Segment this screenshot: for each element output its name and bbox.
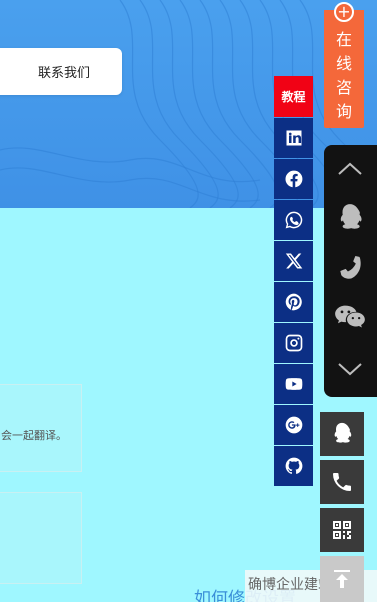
consult-char: 在 (335, 30, 352, 49)
content-card: 会一起翻译。 (0, 384, 82, 472)
contact-us-label: 联系我们 (37, 66, 90, 81)
chevron-down-icon (338, 363, 362, 376)
wechat-icon (335, 305, 365, 328)
x-button[interactable] (274, 241, 313, 281)
phone-icon (333, 473, 351, 491)
wechat-button[interactable] (324, 303, 376, 331)
online-consult-button[interactable]: + 在 线 咨 询 (324, 2, 364, 128)
whatsapp-button[interactable] (274, 200, 313, 240)
qrcode-icon (333, 521, 351, 539)
pinterest-button[interactable] (274, 282, 313, 322)
page: 联系我们 会一起翻译。 如何修改设置 确博企业建站系统 教程 (0, 0, 377, 602)
wave-background (0, 0, 377, 208)
contact-us-button[interactable]: 联系我们 (0, 48, 122, 95)
qq-icon (334, 422, 352, 443)
card-text: 会一起翻译。 (1, 429, 67, 442)
x-icon (285, 253, 302, 269)
pinterest-icon (285, 293, 302, 311)
instagram-icon (285, 334, 302, 352)
hero-banner: 联系我们 (0, 0, 377, 208)
qq-contact-button[interactable] (320, 412, 364, 456)
youtube-button[interactable] (274, 364, 313, 404)
google-plus-button[interactable] (274, 405, 313, 445)
scroll-up-button[interactable] (324, 159, 376, 179)
phone-icon (340, 255, 361, 279)
facebook-button[interactable] (274, 159, 313, 199)
back-to-top-button[interactable] (320, 556, 364, 602)
content-card (0, 492, 82, 584)
whatsapp-icon (285, 211, 302, 229)
google-plus-icon (285, 416, 302, 434)
tutorial-label: 教程 (281, 90, 306, 104)
instagram-button[interactable] (274, 323, 313, 363)
phone-contact-button[interactable] (320, 460, 364, 504)
phone-button[interactable] (324, 253, 376, 283)
consult-char: 询 (335, 102, 352, 121)
plus-icon: + (334, 2, 354, 22)
github-button[interactable] (274, 446, 313, 486)
qq-button[interactable] (324, 203, 376, 233)
customer-service-panel (324, 145, 377, 397)
linkedin-button[interactable] (274, 118, 313, 158)
social-bar: 教程 (274, 76, 314, 486)
consult-char: 咨 (335, 78, 352, 97)
facebook-icon (284, 170, 302, 188)
consult-char: 线 (335, 54, 352, 73)
github-icon (285, 457, 302, 474)
qq-icon (340, 204, 362, 229)
back-to-top-icon (334, 570, 350, 588)
tutorial-button[interactable]: 教程 (274, 76, 313, 117)
qrcode-button[interactable] (320, 508, 364, 552)
scroll-down-button[interactable] (324, 359, 376, 379)
youtube-icon (285, 378, 302, 390)
chevron-up-icon (338, 162, 362, 175)
linkedin-icon (286, 130, 301, 146)
